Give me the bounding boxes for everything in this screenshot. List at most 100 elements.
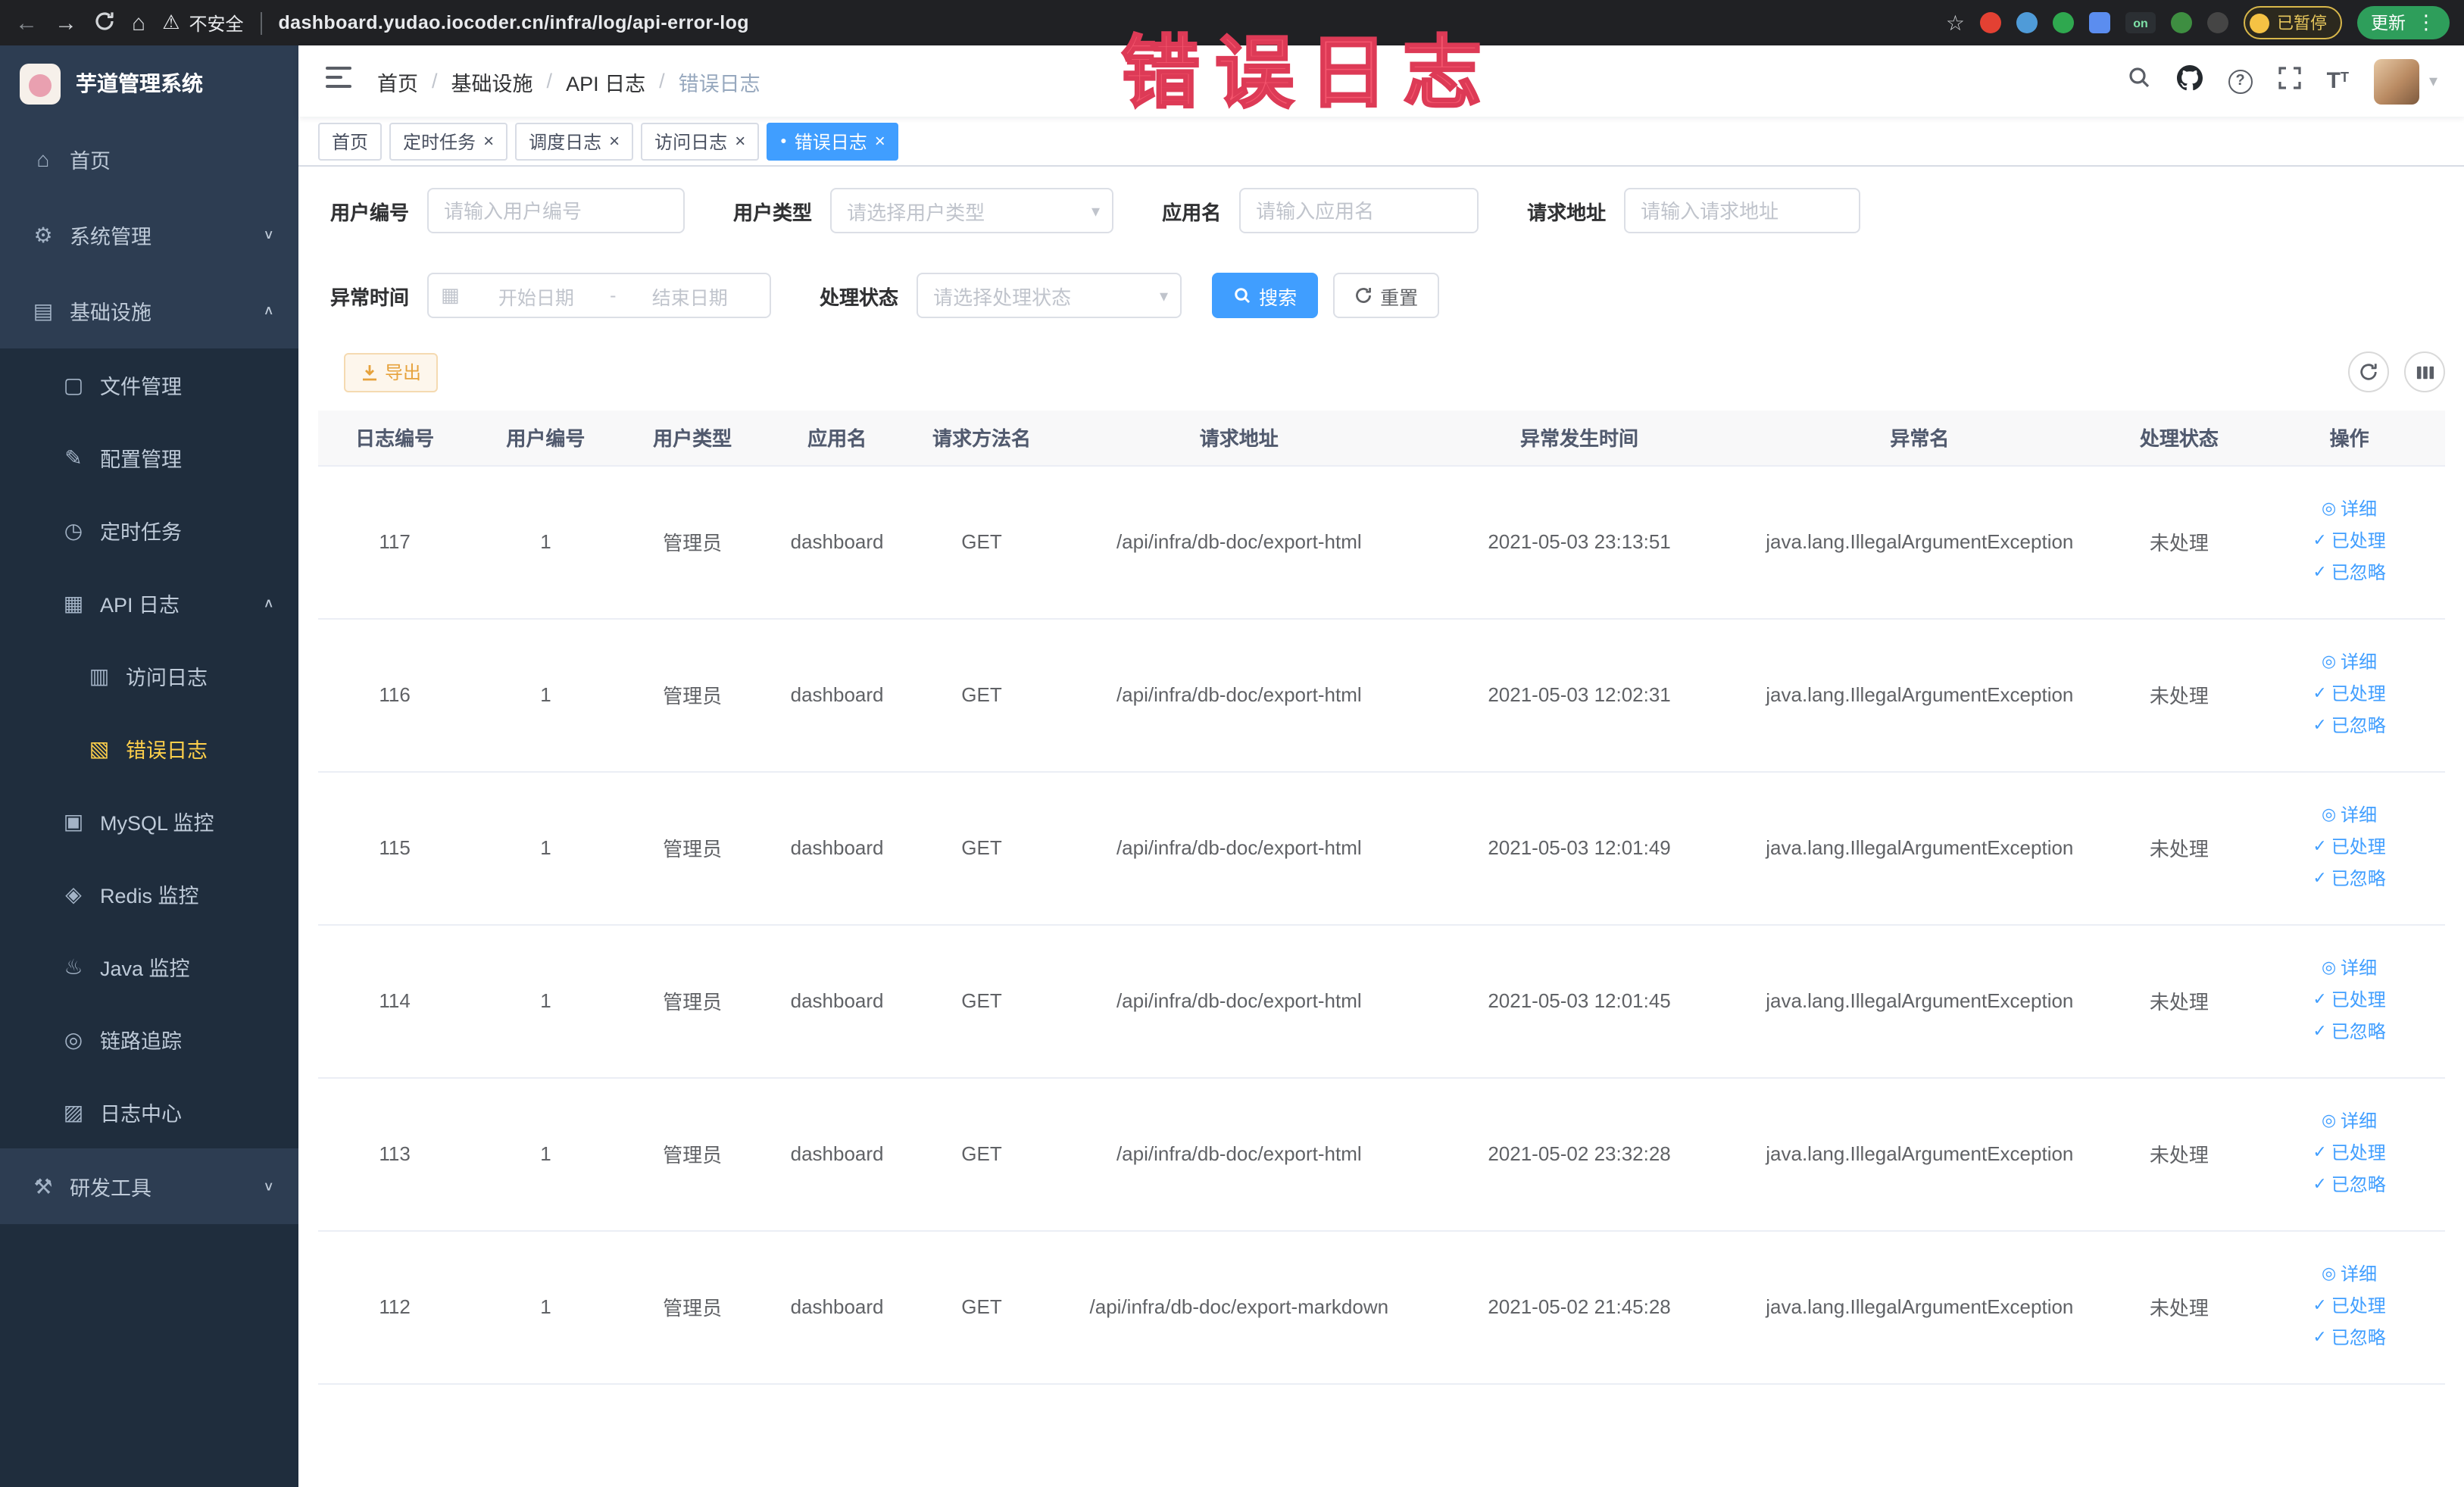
fullscreen-icon[interactable] bbox=[2278, 66, 2301, 96]
close-icon[interactable]: × bbox=[483, 132, 494, 150]
user-type-label: 用户类型 bbox=[733, 201, 813, 223]
sidebar-item-mysql-monitor[interactable]: ▣ MySQL 监控 bbox=[0, 785, 298, 858]
breadcrumb-item[interactable]: API 日志 bbox=[566, 66, 645, 96]
mark-ignored-link[interactable]: ✓ 已忽略 bbox=[2259, 1170, 2439, 1201]
mark-processed-link[interactable]: ✓ 已处理 bbox=[2259, 526, 2439, 558]
mark-processed-link[interactable]: ✓ 已处理 bbox=[2259, 985, 2439, 1017]
detail-link[interactable]: ◎ 详细 bbox=[2259, 800, 2439, 832]
close-icon[interactable]: × bbox=[735, 132, 745, 150]
request-url-input[interactable] bbox=[1624, 188, 1861, 233]
security-chip[interactable]: ⚠ 不安全 bbox=[162, 10, 243, 36]
mark-ignored-link[interactable]: ✓ 已忽略 bbox=[2259, 558, 2439, 589]
mark-processed-link[interactable]: ✓ 已处理 bbox=[2259, 1291, 2439, 1323]
sidebar-item-scheduled-tasks[interactable]: ◷ 定时任务 bbox=[0, 494, 298, 567]
extension-icon[interactable] bbox=[2089, 12, 2110, 33]
sidebar-item-label: MySQL 监控 bbox=[100, 812, 214, 835]
tab-error-log[interactable]: ● 错误日志 × bbox=[767, 122, 899, 160]
sidebar-item-redis-monitor[interactable]: ◈ Redis 监控 bbox=[0, 858, 298, 930]
close-icon[interactable]: × bbox=[609, 132, 620, 150]
tab-home[interactable]: 首页 bbox=[318, 122, 383, 160]
mark-ignored-link[interactable]: ✓ 已忽略 bbox=[2259, 1323, 2439, 1354]
tab-schedule-log[interactable]: 调度日志 × bbox=[515, 122, 634, 160]
export-button[interactable]: 导出 bbox=[344, 352, 439, 392]
reset-button[interactable]: 重置 bbox=[1333, 273, 1440, 318]
mark-processed-link[interactable]: ✓ 已处理 bbox=[2259, 832, 2439, 864]
infrastructure-icon: ▤ bbox=[33, 298, 54, 322]
reload-icon[interactable] bbox=[94, 10, 115, 36]
mark-processed-link[interactable]: ✓ 已处理 bbox=[2259, 1138, 2439, 1170]
extension-icon[interactable] bbox=[2053, 12, 2074, 33]
user-id-input[interactable] bbox=[427, 188, 685, 233]
sidebar-item-error-log[interactable]: ▧ 错误日志 bbox=[0, 712, 298, 785]
process-status-select[interactable]: 请选择处理状态 ▾ bbox=[917, 273, 1182, 318]
extension-icon[interactable] bbox=[2207, 12, 2228, 33]
detail-link[interactable]: ◎ 详细 bbox=[2259, 1259, 2439, 1291]
cell-user-id: 1 bbox=[471, 465, 620, 619]
mark-processed-link[interactable]: ✓ 已处理 bbox=[2259, 679, 2439, 711]
detail-link[interactable]: ◎ 详细 bbox=[2259, 1106, 2439, 1138]
sidebar-item-label: 基础设施 bbox=[70, 301, 151, 324]
forward-icon[interactable]: → bbox=[55, 11, 77, 34]
user-type-select[interactable]: 请选择用户类型 ▾ bbox=[830, 188, 1114, 233]
browser-update-button[interactable]: 更新 ⋮ bbox=[2357, 6, 2450, 39]
extension-icon[interactable] bbox=[2016, 12, 2038, 33]
mark-ignored-link[interactable]: ✓ 已忽略 bbox=[2259, 1017, 2439, 1048]
sidebar-item-trace[interactable]: ◎ 链路追踪 bbox=[0, 1003, 298, 1076]
cell-exception-name: java.lang.IllegalArgumentException bbox=[1735, 1077, 2105, 1231]
sidebar-item-java-monitor[interactable]: ♨ Java 监控 bbox=[0, 930, 298, 1003]
detail-link[interactable]: ◎ 详细 bbox=[2259, 647, 2439, 679]
extension-on-badge[interactable]: on bbox=[2125, 12, 2156, 33]
mark-ignored-link[interactable]: ✓ 已忽略 bbox=[2259, 864, 2439, 895]
tab-access-log[interactable]: 访问日志 × bbox=[641, 122, 760, 160]
sidebar-item-api-logs[interactable]: ▦ API 日志 ∧ bbox=[0, 567, 298, 639]
exception-time-range-picker[interactable]: ▦ 开始日期 - 结束日期 bbox=[427, 273, 772, 318]
check-icon: ✓ bbox=[2313, 532, 2327, 550]
extension-icon[interactable] bbox=[2171, 12, 2192, 33]
sidebar-item-access-log[interactable]: ▥ 访问日志 bbox=[0, 639, 298, 712]
tab-scheduled-tasks[interactable]: 定时任务 × bbox=[389, 122, 508, 160]
sidebar-item-config-management[interactable]: ✎ 配置管理 bbox=[0, 421, 298, 494]
close-icon[interactable]: × bbox=[875, 132, 885, 150]
bookmark-star-icon[interactable]: ☆ bbox=[1946, 10, 1965, 36]
browser-menu-icon[interactable]: ⋮ bbox=[2416, 11, 2436, 35]
breadcrumb-item[interactable]: 基础设施 bbox=[451, 66, 533, 96]
detail-link[interactable]: ◎ 详细 bbox=[2259, 494, 2439, 526]
exception-time-label: 异常时间 bbox=[330, 286, 410, 308]
cell-process-status: 未处理 bbox=[2104, 465, 2254, 619]
sidebar-item-home[interactable]: ⌂ 首页 bbox=[0, 121, 298, 197]
sidebar-item-label: 系统管理 bbox=[70, 226, 151, 248]
table-row: 113 1 管理员 dashboard GET /api/infra/db-do… bbox=[318, 1077, 2445, 1231]
app-logo[interactable]: 芋道管理系统 bbox=[0, 45, 298, 121]
mark-ignored-link[interactable]: ✓ 已忽略 bbox=[2259, 711, 2439, 742]
sidebar-item-infrastructure[interactable]: ▤ 基础设施 ∧ bbox=[0, 273, 298, 348]
col-user-type: 用户类型 bbox=[620, 411, 765, 466]
user-menu[interactable]: ▾ bbox=[2374, 58, 2437, 104]
sidebar-item-system-management[interactable]: ⚙ 系统管理 ∨ bbox=[0, 197, 298, 273]
search-icon[interactable] bbox=[2127, 65, 2151, 97]
sidebar-item-dev-tools[interactable]: ⚒ 研发工具 ∨ bbox=[0, 1148, 298, 1224]
github-icon[interactable] bbox=[2176, 64, 2203, 98]
check-icon: ✓ bbox=[2313, 870, 2327, 888]
sidebar-item-file-management[interactable]: ▢ 文件管理 bbox=[0, 348, 298, 421]
detail-link[interactable]: ◎ 详细 bbox=[2259, 953, 2439, 985]
breadcrumb-item[interactable]: 首页 bbox=[377, 66, 418, 96]
address-bar[interactable]: dashboard.yudao.iocoder.cn/infra/log/api… bbox=[278, 12, 748, 33]
column-settings-button[interactable] bbox=[2404, 351, 2445, 392]
refresh-button[interactable] bbox=[2348, 351, 2389, 392]
process-status-label: 处理状态 bbox=[820, 286, 899, 308]
font-size-icon[interactable]: TT bbox=[2327, 70, 2349, 92]
app-name-input[interactable] bbox=[1239, 188, 1479, 233]
cell-request-url: /api/infra/db-doc/export-html bbox=[1054, 618, 1425, 772]
search-button[interactable]: 搜索 bbox=[1212, 273, 1319, 318]
tab-label: 访问日志 bbox=[654, 131, 728, 152]
extension-icon[interactable] bbox=[1980, 12, 2001, 33]
home-icon[interactable]: ⌂ bbox=[132, 11, 145, 34]
help-icon[interactable]: ? bbox=[2228, 69, 2253, 93]
table-row: 112 1 管理员 dashboard GET /api/infra/db-do… bbox=[318, 1230, 2445, 1384]
sidebar-item-log-center[interactable]: ▨ 日志中心 bbox=[0, 1076, 298, 1148]
sidebar-collapse-icon[interactable] bbox=[326, 67, 351, 95]
cell-user-type: 管理员 bbox=[620, 1230, 765, 1384]
back-icon[interactable]: ← bbox=[15, 11, 38, 34]
avatar[interactable] bbox=[2374, 58, 2420, 104]
paused-extension-badge[interactable]: 已暂停 bbox=[2244, 6, 2342, 39]
